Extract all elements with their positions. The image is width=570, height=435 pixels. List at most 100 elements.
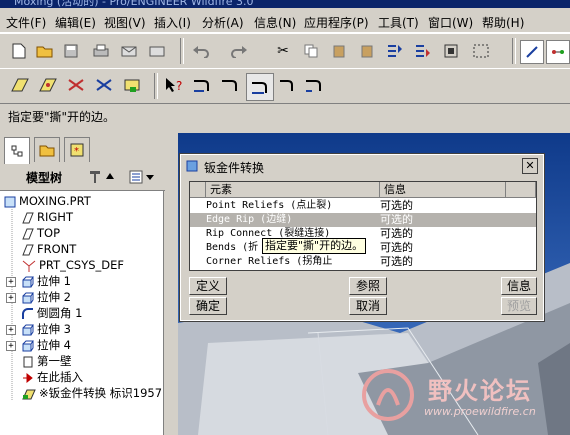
toolbar-standard: ✂: [0, 33, 570, 69]
expand-icon[interactable]: +: [6, 341, 16, 351]
edge-rip-icon[interactable]: [64, 73, 88, 97]
watermark-title: 野火论坛: [428, 377, 532, 405]
tree-item-insert-here[interactable]: 在此插入: [22, 369, 83, 385]
unbend-icon[interactable]: [246, 73, 274, 101]
tooltip: 指定要"撕"开的边。: [262, 238, 367, 254]
tree-item-extrude-2[interactable]: 拉伸 2: [22, 289, 71, 305]
menu-insert[interactable]: 插入(I): [154, 14, 191, 31]
window-title-bar: Moxing (活动的) - Pro/ENGINEER Wildfire 3.0: [0, 0, 570, 8]
expand-icon[interactable]: +: [6, 293, 16, 303]
select-box-icon[interactable]: [470, 40, 492, 62]
folder-browser-tab[interactable]: [34, 137, 60, 162]
settings-icon[interactable]: [88, 167, 122, 187]
copy-icon[interactable]: [300, 40, 322, 62]
tree-item-front[interactable]: FRONT: [22, 241, 76, 257]
tree-item-root[interactable]: MOXING.PRT: [4, 193, 91, 209]
tree-item-right[interactable]: RIGHT: [22, 209, 73, 225]
model-tree-title: 模型树: [26, 171, 63, 185]
csys-icon: [22, 260, 36, 272]
expand-icon[interactable]: +: [6, 325, 16, 335]
menu-analysis[interactable]: 分析(A): [202, 14, 244, 31]
rip-connect-icon[interactable]: [92, 73, 116, 97]
corner-relief-icon[interactable]: [120, 73, 144, 97]
dialog-title: 钣金件转换: [204, 161, 265, 175]
model-tree-tab[interactable]: [4, 137, 30, 164]
model-tree-header: 模型树: [0, 164, 165, 191]
flat-pattern-icon[interactable]: [302, 73, 326, 97]
extrude-icon: [22, 324, 34, 335]
tree-item-extrude-4[interactable]: 拉伸 4: [22, 337, 71, 353]
extrude-icon: [22, 276, 34, 287]
svg-text:*: *: [74, 146, 79, 157]
datum-display-icon[interactable]: [520, 40, 544, 64]
save-icon[interactable]: [60, 40, 82, 62]
new-icon[interactable]: [8, 40, 30, 62]
bend-icon[interactable]: [190, 73, 214, 97]
column-header-info: 信息: [380, 182, 506, 198]
regen-manager-icon[interactable]: [412, 40, 434, 62]
conversion-wall-icon[interactable]: [8, 73, 32, 97]
paste-special-icon[interactable]: [356, 40, 378, 62]
dialog-title-bar: 钣金件转换 ✕: [182, 156, 542, 176]
cut-icon[interactable]: ✂: [272, 40, 294, 62]
part-icon: [4, 196, 16, 207]
ok-button[interactable]: 确定: [189, 297, 227, 315]
table-row-selected[interactable]: Edge Rip (边缝) 可选的: [190, 213, 536, 227]
whats-this-help-icon[interactable]: ?: [162, 73, 186, 97]
cancel-button[interactable]: 取消: [349, 297, 387, 315]
redo-icon[interactable]: [228, 40, 250, 62]
menu-edit[interactable]: 编辑(E): [55, 14, 96, 31]
menu-applications[interactable]: 应用程序(P): [304, 14, 369, 31]
conversion-icon: [22, 389, 36, 399]
point-relief-icon[interactable]: [36, 73, 60, 97]
table-row[interactable]: Point Reliefs (点止裂) 可选的: [190, 199, 536, 213]
tree-item-top[interactable]: TOP: [22, 225, 60, 241]
watermark: 野火论坛 www.proewildfire.cn: [358, 365, 568, 431]
dialog-icon: [186, 160, 198, 172]
undo-icon[interactable]: [190, 40, 212, 62]
tree-item-first-wall[interactable]: 第一壁: [22, 353, 72, 369]
watermark-url: www.proewildfire.cn: [424, 405, 536, 418]
mail-attach-icon[interactable]: [146, 40, 168, 62]
tree-item-round-1[interactable]: 倒圆角 1: [22, 305, 82, 321]
tree-item-conversion[interactable]: ※钣金件转换 标识1957: [22, 385, 162, 401]
expand-icon[interactable]: +: [6, 277, 16, 287]
datum-plane-icon: [22, 228, 34, 239]
message-area: 指定要"撕"开的边。: [0, 104, 570, 128]
show-options-icon[interactable]: [128, 167, 158, 187]
model-tree: MOXING.PRT RIGHT TOP FRONT PRT_CSYS_DEF …: [0, 191, 164, 435]
tree-item-csys[interactable]: PRT_CSYS_DEF: [22, 257, 124, 273]
send-mail-icon[interactable]: [118, 40, 140, 62]
svg-text:?: ?: [176, 79, 182, 93]
preview-button[interactable]: 预览: [501, 297, 537, 315]
info-button[interactable]: 信息: [501, 277, 537, 295]
tree-item-extrude-1[interactable]: 拉伸 1: [22, 273, 71, 289]
datum-plane-icon: [22, 244, 34, 255]
menu-window[interactable]: 窗口(W): [428, 14, 473, 31]
forum-logo: [362, 369, 414, 421]
regenerate-icon[interactable]: [384, 40, 406, 62]
axis-display-icon[interactable]: [546, 40, 570, 64]
bend-back-icon[interactable]: [276, 73, 300, 97]
close-icon[interactable]: ✕: [522, 158, 538, 174]
define-button[interactable]: 定义: [189, 277, 227, 295]
open-icon[interactable]: [34, 40, 56, 62]
edge-bend-icon[interactable]: [218, 73, 242, 97]
datum-plane-icon: [22, 212, 34, 223]
reference-button[interactable]: 参照: [349, 277, 387, 295]
menu-info[interactable]: 信息(N): [254, 14, 296, 31]
menu-help[interactable]: 帮助(H): [482, 14, 524, 31]
table-row[interactable]: Corner Reliefs (拐角止 可选的: [190, 255, 536, 269]
find-icon[interactable]: [440, 40, 462, 62]
favorites-tab[interactable]: *: [64, 137, 90, 162]
menu-tools[interactable]: 工具(T): [378, 14, 419, 31]
tree-item-extrude-3[interactable]: 拉伸 3: [22, 321, 71, 337]
menu-file[interactable]: 文件(F): [6, 14, 46, 31]
insert-arrow-icon: [23, 372, 33, 383]
wall-icon: [23, 356, 33, 367]
paste-icon[interactable]: [328, 40, 350, 62]
menu-view[interactable]: 视图(V): [104, 14, 146, 31]
print-icon[interactable]: [90, 40, 112, 62]
navigator-tabs: *: [0, 133, 165, 164]
extrude-icon: [22, 340, 34, 351]
